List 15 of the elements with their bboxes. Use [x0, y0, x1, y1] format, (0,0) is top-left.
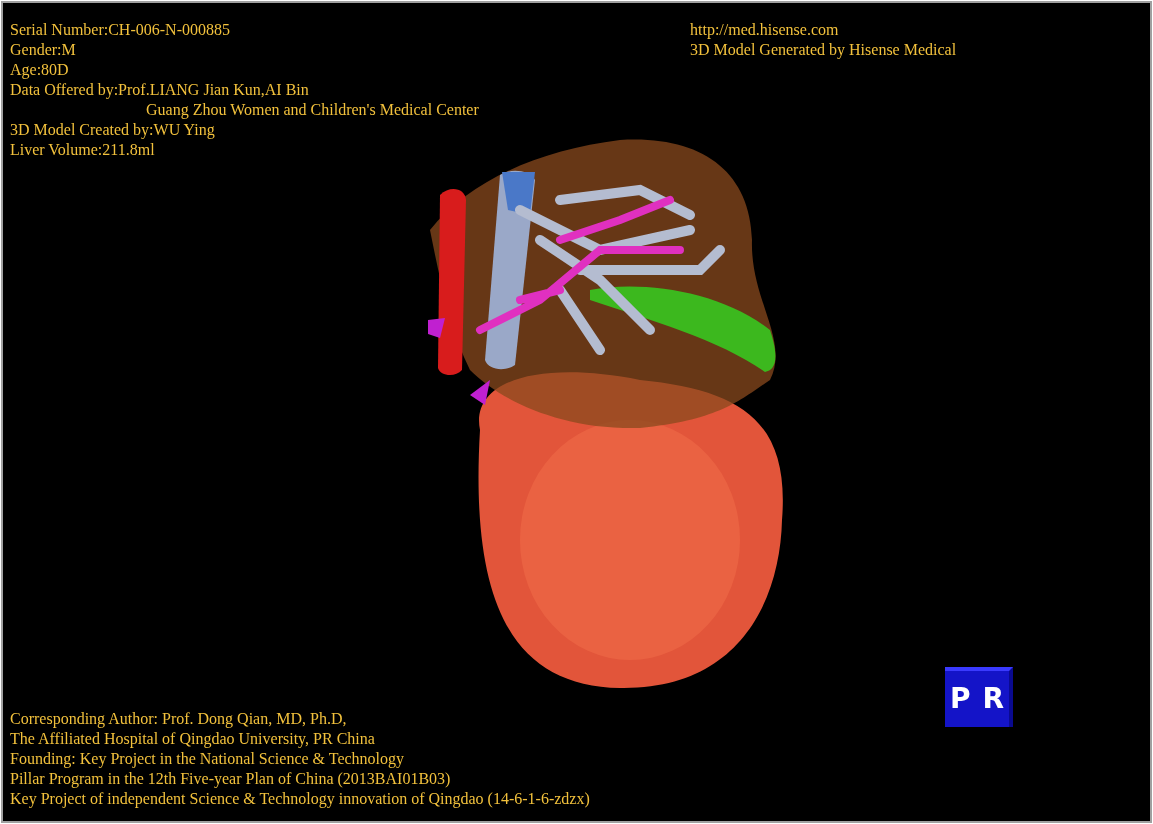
credit-text: Pillar Program in the 12th Five-year Plan of China (2013BAI01B03) — [10, 769, 451, 789]
info-text: Data Offered by:Prof.LIANG Jian Kun,AI Bin — [10, 80, 309, 100]
info-text: Gender:M — [10, 40, 76, 60]
orientation-cube[interactable]: P R — [945, 667, 1013, 727]
info-text: Guang Zhou Women and Children's Medical Center — [146, 100, 479, 120]
credit-text: Corresponding Author: Prof. Dong Qian, MD, Ph.D, — [10, 709, 347, 729]
credit-text: Key Project of independent Science & Technology innovation of Qingdao (14-6-1-6-zdzx) — [10, 789, 590, 809]
info-text: 3D Model Generated by Hisense Medical — [690, 40, 957, 60]
info-text: Liver Volume:211.8ml — [10, 140, 155, 160]
info-text: 3D Model Created by:WU Ying — [10, 120, 215, 140]
info-text: Age:80D — [10, 60, 69, 80]
info-text: Serial Number:CH-006-N-000885 — [10, 20, 230, 40]
info-text: http://med.hisense.com — [690, 20, 839, 40]
credit-text: The Affiliated Hospital of Qingdao University, PR China — [10, 729, 375, 749]
credit-text: Founding: Key Project in the National Science & Technology — [10, 749, 405, 769]
